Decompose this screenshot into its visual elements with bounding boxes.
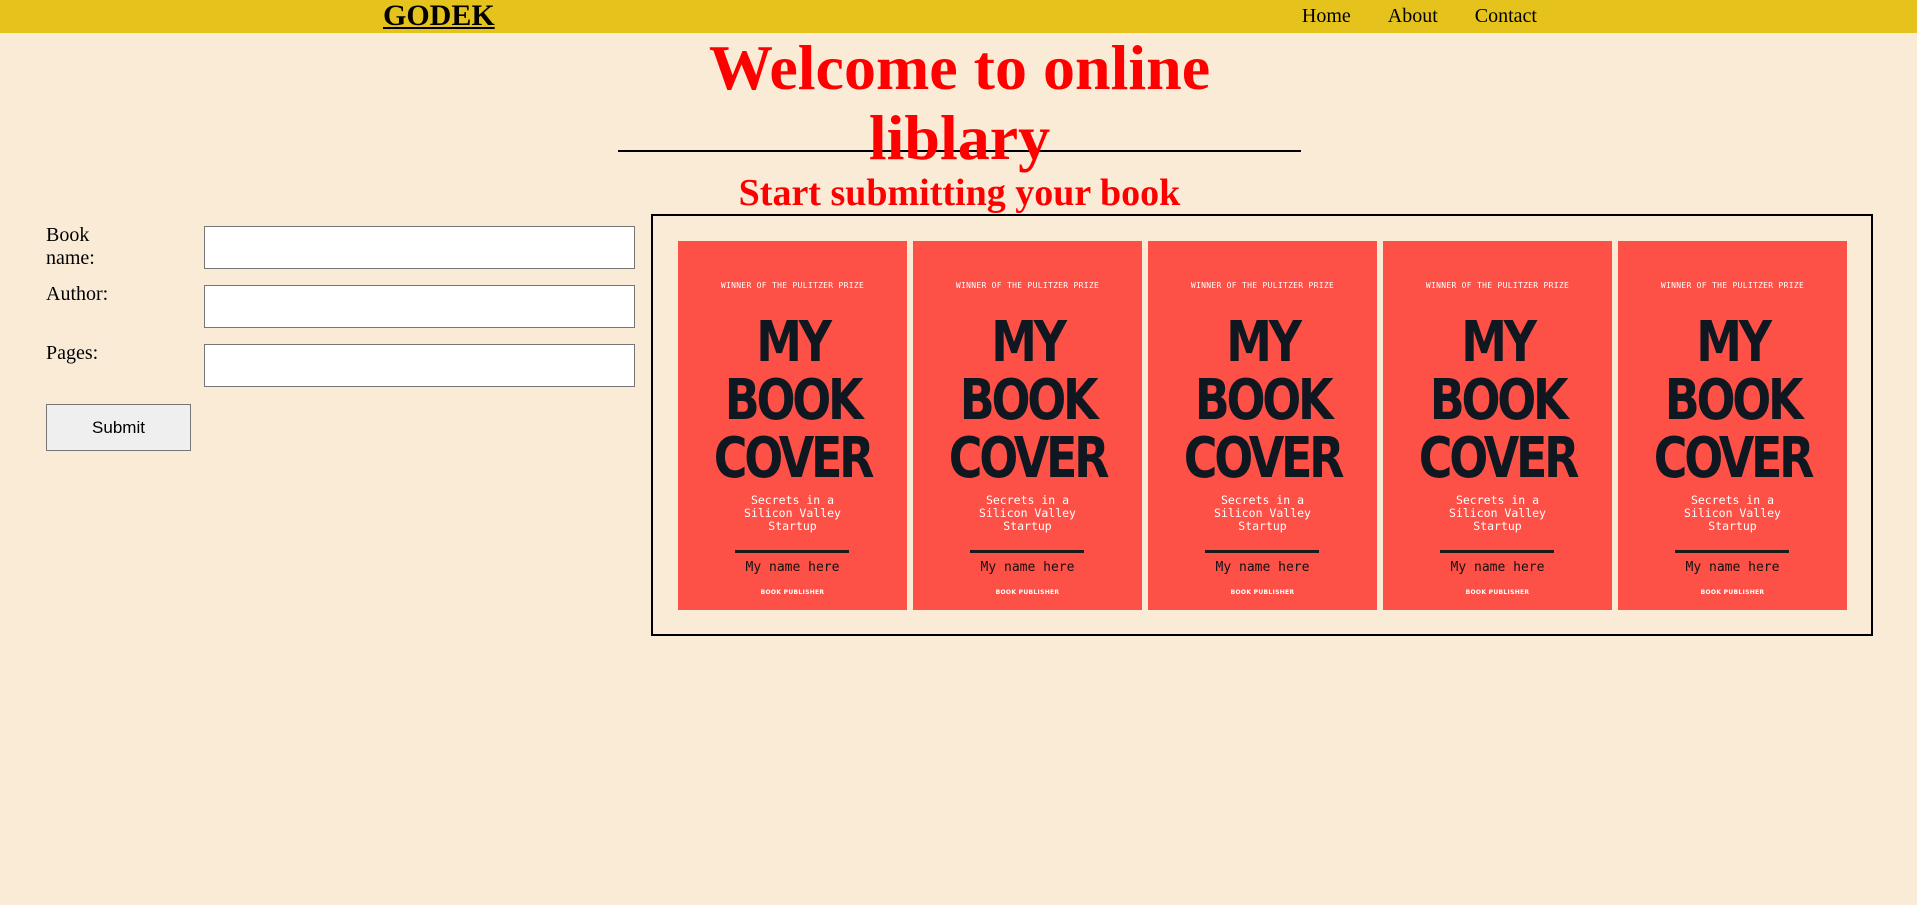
pages-label: Pages: bbox=[46, 342, 99, 364]
nav-contact-link[interactable]: Contact bbox=[1475, 5, 1537, 28]
cover-title: MY BOOK COVER bbox=[713, 310, 875, 491]
cover-title: MY BOOK COVER bbox=[1183, 310, 1345, 491]
cover-author: My name here bbox=[1450, 560, 1545, 575]
top-navbar: GODEK Home About Contact bbox=[0, 0, 1917, 33]
cover-subtitle: Secrets in a Silicon Valley Startup bbox=[979, 493, 1076, 533]
book-cover[interactable]: WINNER OF THE PULITZER PRIZE MY BOOK COV… bbox=[1618, 241, 1847, 610]
book-cover[interactable]: WINNER OF THE PULITZER PRIZE MY BOOK COV… bbox=[1148, 241, 1377, 610]
cover-author: My name here bbox=[980, 560, 1075, 575]
cover-divider bbox=[1675, 550, 1789, 553]
cover-publisher: BOOK PUBLISHER bbox=[760, 589, 825, 596]
book-name-label: Book name: bbox=[46, 224, 95, 269]
cover-prize-text: WINNER OF THE PULITZER PRIZE bbox=[955, 281, 1100, 290]
cover-publisher: BOOK PUBLISHER bbox=[1700, 589, 1765, 596]
cover-title: MY BOOK COVER bbox=[1653, 310, 1815, 491]
book-cover[interactable]: WINNER OF THE PULITZER PRIZE MY BOOK COV… bbox=[913, 241, 1142, 610]
main-nav: Home About Contact bbox=[1302, 0, 1537, 33]
cover-prize-text: WINNER OF THE PULITZER PRIZE bbox=[1190, 281, 1335, 290]
cover-author: My name here bbox=[1685, 560, 1780, 575]
nav-about-link[interactable]: About bbox=[1388, 5, 1438, 28]
cover-subtitle: Secrets in a Silicon Valley Startup bbox=[1449, 493, 1546, 533]
cover-divider bbox=[735, 550, 849, 553]
book-name-input[interactable] bbox=[204, 226, 635, 269]
author-label: Author: bbox=[46, 283, 109, 305]
cover-title: MY BOOK COVER bbox=[948, 310, 1110, 491]
author-input[interactable] bbox=[204, 285, 635, 328]
book-cover[interactable]: WINNER OF THE PULITZER PRIZE MY BOOK COV… bbox=[678, 241, 907, 610]
submit-button[interactable]: Submit bbox=[46, 404, 191, 451]
page-header: Welcome to online liblary Start submitti… bbox=[618, 33, 1301, 213]
brand-logo-link[interactable]: GODEK bbox=[383, 0, 495, 33]
cover-prize-text: WINNER OF THE PULITZER PRIZE bbox=[720, 281, 865, 290]
cover-divider bbox=[970, 550, 1084, 553]
cover-subtitle: Secrets in a Silicon Valley Startup bbox=[1684, 493, 1781, 533]
book-cover[interactable]: WINNER OF THE PULITZER PRIZE MY BOOK COV… bbox=[1383, 241, 1612, 610]
cover-publisher: BOOK PUBLISHER bbox=[1465, 589, 1530, 596]
cover-subtitle: Secrets in a Silicon Valley Startup bbox=[1214, 493, 1311, 533]
cover-publisher: BOOK PUBLISHER bbox=[1230, 589, 1295, 596]
cover-author: My name here bbox=[745, 560, 840, 575]
cover-subtitle: Secrets in a Silicon Valley Startup bbox=[744, 493, 841, 533]
page-subtitle: Start submitting your book bbox=[738, 172, 1181, 214]
book-cover-gallery: WINNER OF THE PULITZER PRIZE MY BOOK COV… bbox=[651, 214, 1873, 636]
page-title: Welcome to online liblary bbox=[708, 32, 1211, 173]
cover-prize-text: WINNER OF THE PULITZER PRIZE bbox=[1425, 281, 1570, 290]
cover-publisher: BOOK PUBLISHER bbox=[995, 589, 1060, 596]
nav-home-link[interactable]: Home bbox=[1302, 5, 1351, 28]
pages-input[interactable] bbox=[204, 344, 635, 387]
cover-prize-text: WINNER OF THE PULITZER PRIZE bbox=[1660, 281, 1805, 290]
cover-divider bbox=[1440, 550, 1554, 553]
cover-divider bbox=[1205, 550, 1319, 553]
cover-title: MY BOOK COVER bbox=[1418, 310, 1580, 491]
cover-author: My name here bbox=[1215, 560, 1310, 575]
